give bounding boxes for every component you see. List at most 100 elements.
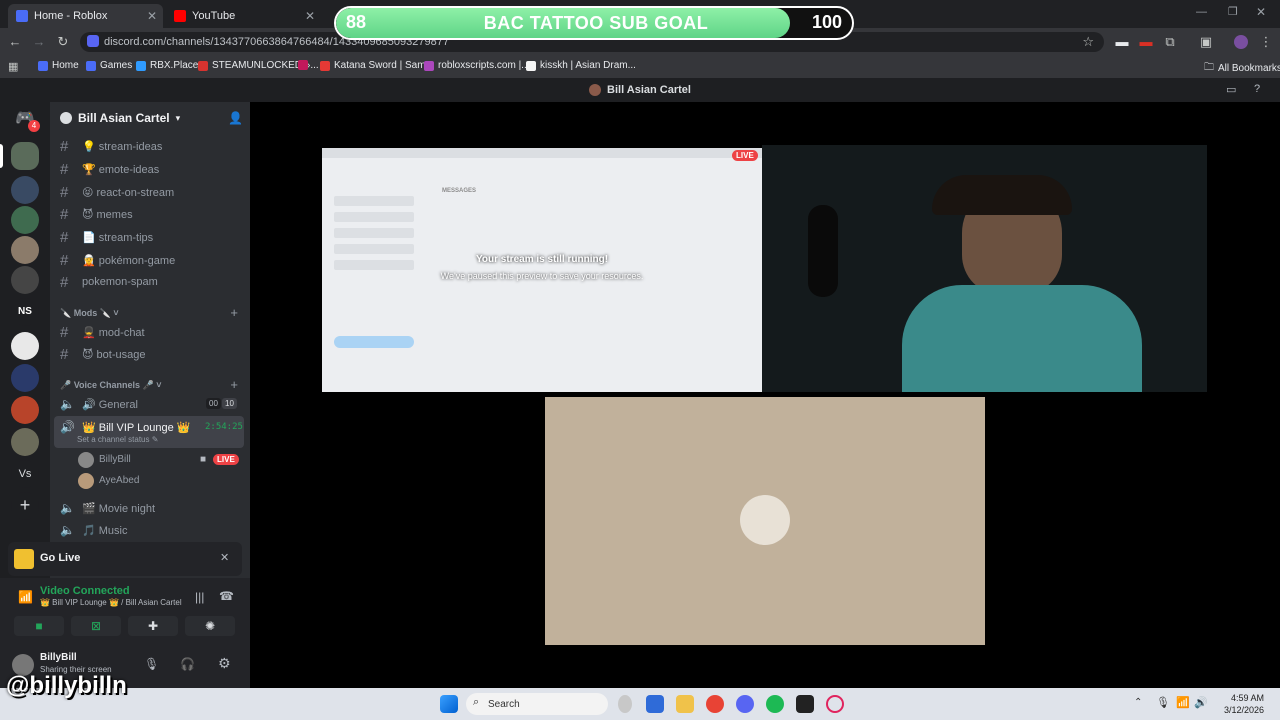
- puzzle-icon[interactable]: ⧉: [1162, 34, 1178, 50]
- server-icon-8[interactable]: [11, 396, 39, 424]
- add-member-icon[interactable]: 👤: [228, 111, 243, 125]
- menu-dots-icon[interactable]: ⋮: [1258, 34, 1274, 50]
- participant-tile-ayeabed[interactable]: [545, 397, 985, 645]
- close-icon[interactable]: ✕: [220, 551, 229, 564]
- close-icon[interactable]: ✕: [147, 9, 157, 23]
- apps-grid-icon[interactable]: ▦: [8, 60, 18, 73]
- opera-icon[interactable]: [826, 695, 844, 713]
- server-icon-2[interactable]: [11, 176, 39, 204]
- channel-pokemon-game[interactable]: # 🧝 pokémon-game: [60, 250, 175, 270]
- spotify-icon[interactable]: [766, 695, 784, 713]
- stream-preview-tile[interactable]: MESSAGES Your stream is still running! W…: [322, 148, 762, 392]
- inbox-icon[interactable]: ▭: [1226, 83, 1236, 96]
- extension-icon[interactable]: ▬: [1114, 34, 1130, 50]
- copilot-icon[interactable]: [618, 695, 632, 713]
- headphones-icon[interactable]: 🎧: [180, 657, 195, 671]
- help-icon[interactable]: ?: [1254, 83, 1260, 95]
- channel-react-on-stream[interactable]: # 😝 react-on-stream: [60, 182, 174, 202]
- go-live-panel[interactable]: Go Live ✕: [8, 542, 242, 576]
- avatar[interactable]: [78, 452, 94, 468]
- bookmark-games[interactable]: Games: [86, 60, 132, 71]
- server-icon-9[interactable]: [11, 428, 39, 456]
- voice-user-ayeabed[interactable]: AyeAbed: [99, 475, 139, 486]
- bookmark-rbxplace[interactable]: RBX.Place: [136, 60, 198, 71]
- category-voice-channels[interactable]: 🎤 Voice Channels 🎤 ˅: [60, 380, 162, 391]
- voice-channel-movie-night[interactable]: 🔈 🎬 Movie night: [60, 498, 155, 518]
- bookmark-katana[interactable]: Katana Sword | Sam...: [320, 60, 434, 71]
- voice-channel-music[interactable]: 🔈 🎵 Music: [60, 520, 127, 540]
- soundboard-button[interactable]: ✺: [185, 616, 235, 636]
- channel-stream-ideas[interactable]: # 💡 stream-ideas: [60, 136, 162, 156]
- channel-status[interactable]: Set a channel status ✎: [77, 435, 158, 444]
- start-button[interactable]: [440, 695, 458, 713]
- server-icon-3[interactable]: [11, 206, 39, 234]
- guild-header[interactable]: Bill Asian Cartel ▾: [50, 102, 250, 134]
- clock-time[interactable]: 4:59 AM: [1222, 693, 1264, 703]
- camera-button[interactable]: ■: [14, 616, 64, 636]
- maximize-button[interactable]: ❐: [1228, 5, 1238, 18]
- server-ns[interactable]: NS: [11, 298, 39, 326]
- channel-bot-usage[interactable]: # 😈 bot-usage: [60, 344, 145, 364]
- wifi-icon[interactable]: 📶: [1176, 696, 1190, 709]
- store-icon[interactable]: [646, 695, 664, 713]
- voice-status[interactable]: Video Connected: [40, 585, 130, 597]
- channel-mod-chat[interactable]: # 💂 mod-chat: [60, 322, 145, 342]
- bookmark-kisskh[interactable]: kisskh | Asian Dram...: [526, 60, 636, 71]
- chevron-up-icon[interactable]: ⌃: [1134, 697, 1142, 708]
- minimize-button[interactable]: —: [1196, 6, 1207, 18]
- tab-roblox[interactable]: Home - Roblox ✕: [8, 4, 163, 28]
- server-icon-7[interactable]: [11, 364, 39, 392]
- channel-emote-ideas[interactable]: # 🏆 emote-ideas: [60, 159, 159, 179]
- server-bill-asian-cartel[interactable]: [11, 142, 39, 170]
- webcam-tile[interactable]: [762, 145, 1207, 392]
- noise-suppression-icon[interactable]: |||: [195, 590, 204, 604]
- all-bookmarks[interactable]: 🗀 All Bookmarks: [1204, 60, 1280, 77]
- add-server-icon[interactable]: +: [11, 492, 39, 520]
- server-icon-4[interactable]: [11, 236, 39, 264]
- close-icon[interactable]: ✕: [305, 9, 315, 23]
- back-arrow-icon[interactable]: ←: [7, 34, 23, 50]
- channel-stream-tips[interactable]: # 📄 stream-tips: [60, 227, 153, 247]
- server-icon-5[interactable]: [11, 266, 39, 294]
- live-badge: LIVE: [732, 150, 758, 161]
- clock-date[interactable]: 3/12/2026: [1210, 705, 1264, 715]
- star-icon[interactable]: ☆: [1082, 34, 1094, 50]
- app-icon[interactable]: [796, 695, 814, 713]
- channel-pokemon-spam[interactable]: # pokemon-spam: [60, 272, 158, 292]
- hash-icon: #: [60, 228, 69, 246]
- activities-button[interactable]: ✚: [128, 616, 178, 636]
- chrome-icon[interactable]: [706, 695, 724, 713]
- discord-icon[interactable]: [736, 695, 754, 713]
- add-channel-icon[interactable]: +: [230, 305, 238, 320]
- file-explorer-icon[interactable]: [676, 695, 694, 713]
- extension-red-icon[interactable]: ▬: [1138, 34, 1154, 50]
- server-icon-openai[interactable]: [11, 332, 39, 360]
- gear-icon[interactable]: ⚙: [218, 655, 231, 672]
- microphone-icon[interactable]: 🎙: [144, 657, 159, 671]
- active-server-pill: [0, 144, 3, 168]
- server-vs[interactable]: Vs: [11, 460, 39, 488]
- voice-user-billybill[interactable]: BillyBill: [99, 454, 131, 465]
- add-channel-icon[interactable]: +: [230, 377, 238, 392]
- disconnect-icon[interactable]: ☎: [219, 589, 234, 603]
- username[interactable]: BillyBill: [40, 652, 77, 663]
- avatar[interactable]: [78, 473, 94, 489]
- forward-arrow-icon[interactable]: →: [31, 34, 47, 50]
- stop-stream-button[interactable]: ⊠: [71, 616, 121, 636]
- channel-memes[interactable]: # 😈 memes: [60, 204, 133, 224]
- bookmark-robloxscripts[interactable]: robloxscripts.com |...: [424, 60, 530, 71]
- bookmark-unnamed[interactable]: [298, 60, 312, 70]
- taskbar-search[interactable]: ⌕ Search: [466, 693, 608, 715]
- voice-channel-general[interactable]: 🔈 🔊 General: [60, 394, 138, 414]
- tab-youtube[interactable]: YouTube ✕: [166, 4, 321, 28]
- window-close-button[interactable]: ✕: [1256, 5, 1266, 19]
- side-panel-icon[interactable]: ▣: [1198, 34, 1214, 50]
- reload-icon[interactable]: ↻: [55, 34, 71, 50]
- volume-icon[interactable]: 🔊: [1194, 696, 1208, 709]
- profile-avatar[interactable]: [1234, 35, 1248, 49]
- category-mods[interactable]: 🔪 Mods 🔪 ˅: [60, 308, 119, 319]
- katana-icon: [320, 60, 330, 71]
- microphone-icon[interactable]: 🎙: [1156, 696, 1170, 709]
- voice-location[interactable]: 👑 Bill VIP Lounge 👑 / Bill Asian Cartel: [40, 598, 182, 607]
- bookmark-home[interactable]: Home: [38, 60, 79, 71]
